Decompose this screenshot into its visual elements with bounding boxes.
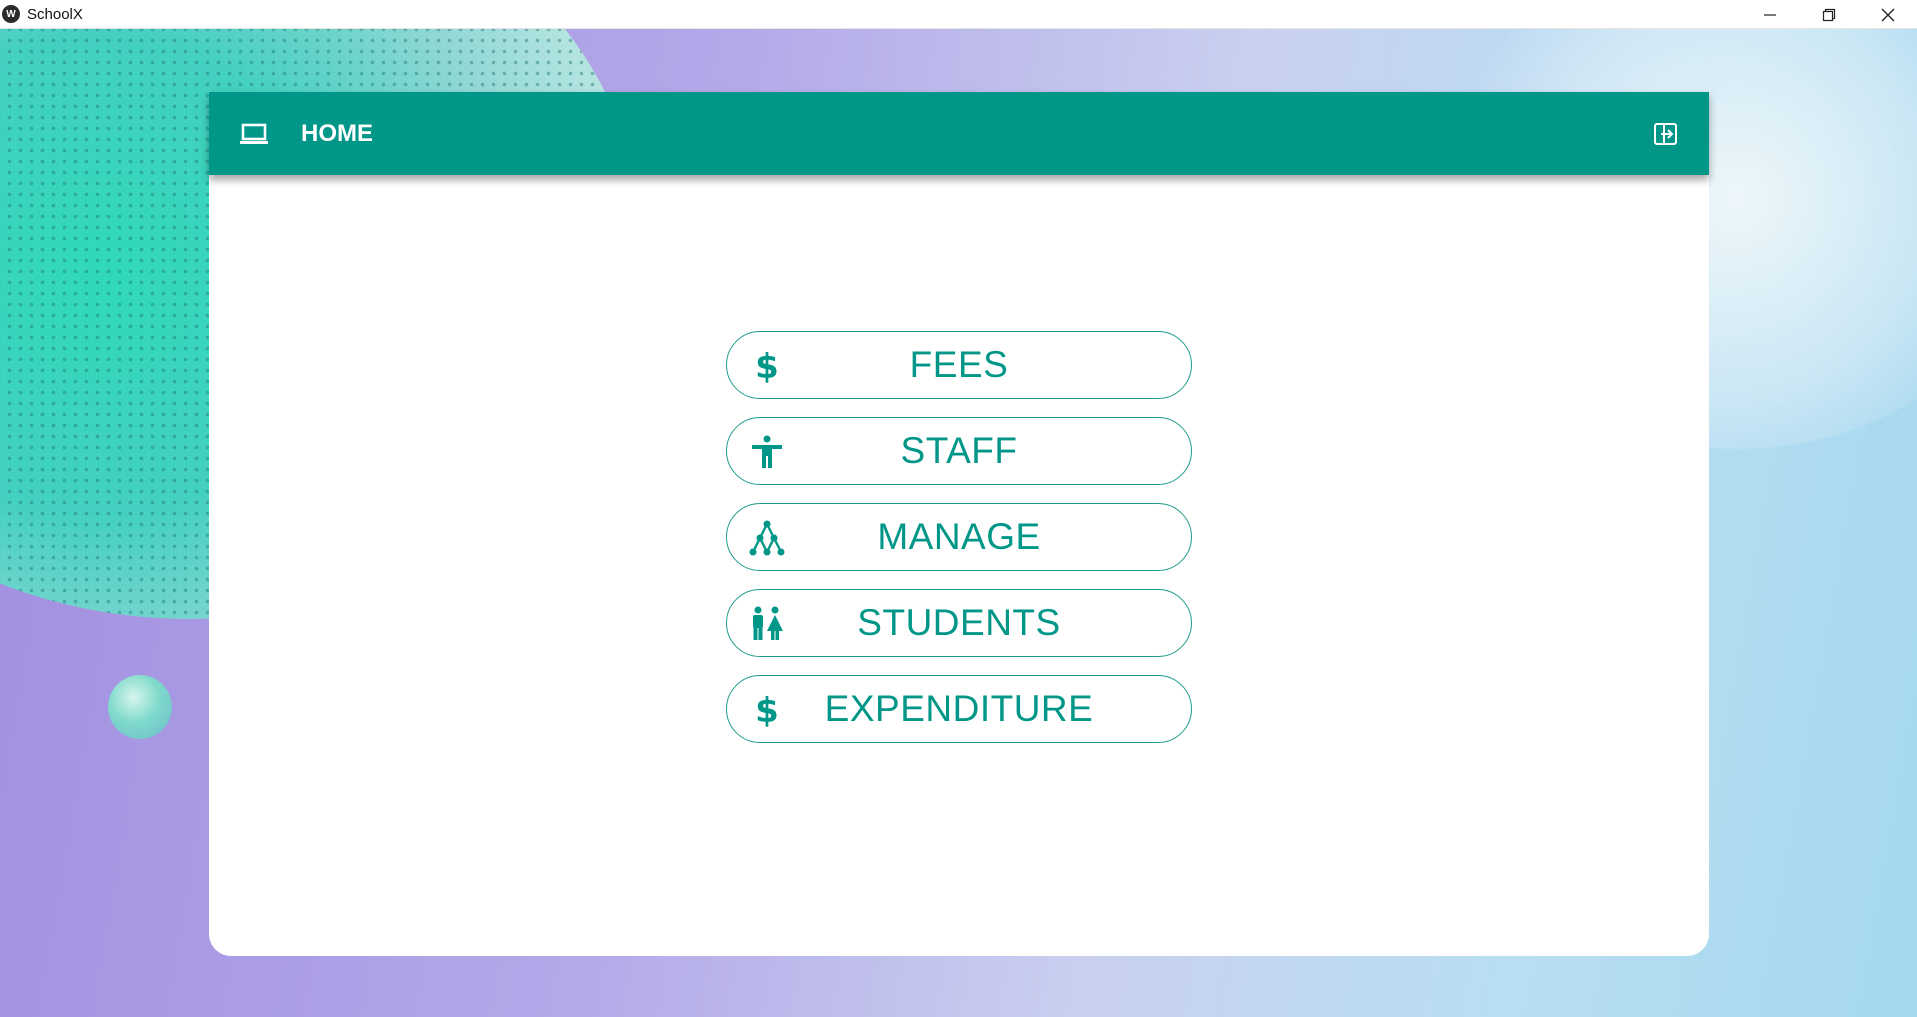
dollar-icon: $ — [755, 348, 779, 384]
minimize-button[interactable] — [1740, 0, 1799, 29]
window-controls — [1740, 0, 1917, 29]
students-label: STUDENTS — [857, 602, 1061, 643]
laptop-icon — [240, 123, 268, 144]
app-bar: HOME — [209, 92, 1709, 175]
svg-text:$: $ — [755, 348, 779, 384]
window-title: SchoolX — [27, 5, 83, 23]
person-icon — [752, 435, 782, 468]
close-button[interactable] — [1858, 0, 1917, 29]
logout-icon[interactable] — [1653, 121, 1679, 147]
expenditure-label: EXPENDITURE — [824, 688, 1094, 729]
man-woman-icon — [753, 606, 783, 640]
window-titlebar: W SchoolX — [0, 0, 1917, 29]
dollar-icon: $ — [755, 692, 779, 728]
fees-label: FEES — [909, 344, 1009, 385]
fees-button[interactable]: $ FEES — [726, 331, 1192, 399]
manage-label: MANAGE — [877, 516, 1041, 557]
staff-button[interactable]: STAFF — [726, 417, 1192, 485]
app-logo-icon: W — [2, 5, 20, 23]
home-card: HOME $ FEES STAFF MANAGE STUDENTS $ EXPE… — [209, 92, 1709, 956]
students-button[interactable]: STUDENTS — [726, 589, 1192, 657]
manage-button[interactable]: MANAGE — [726, 503, 1192, 571]
hierarchy-icon — [749, 520, 785, 556]
close-icon — [1881, 8, 1894, 21]
restore-button[interactable] — [1799, 0, 1858, 29]
main-menu: $ FEES STAFF MANAGE STUDENTS $ EXPENDITU… — [726, 331, 1192, 761]
staff-label: STAFF — [900, 430, 1018, 471]
restore-icon — [1822, 8, 1835, 21]
page-title: HOME — [301, 119, 373, 147]
minimize-icon — [1763, 13, 1776, 16]
decorative-bubble — [108, 675, 172, 739]
svg-text:$: $ — [755, 692, 779, 728]
expenditure-button[interactable]: $ EXPENDITURE — [726, 675, 1192, 743]
